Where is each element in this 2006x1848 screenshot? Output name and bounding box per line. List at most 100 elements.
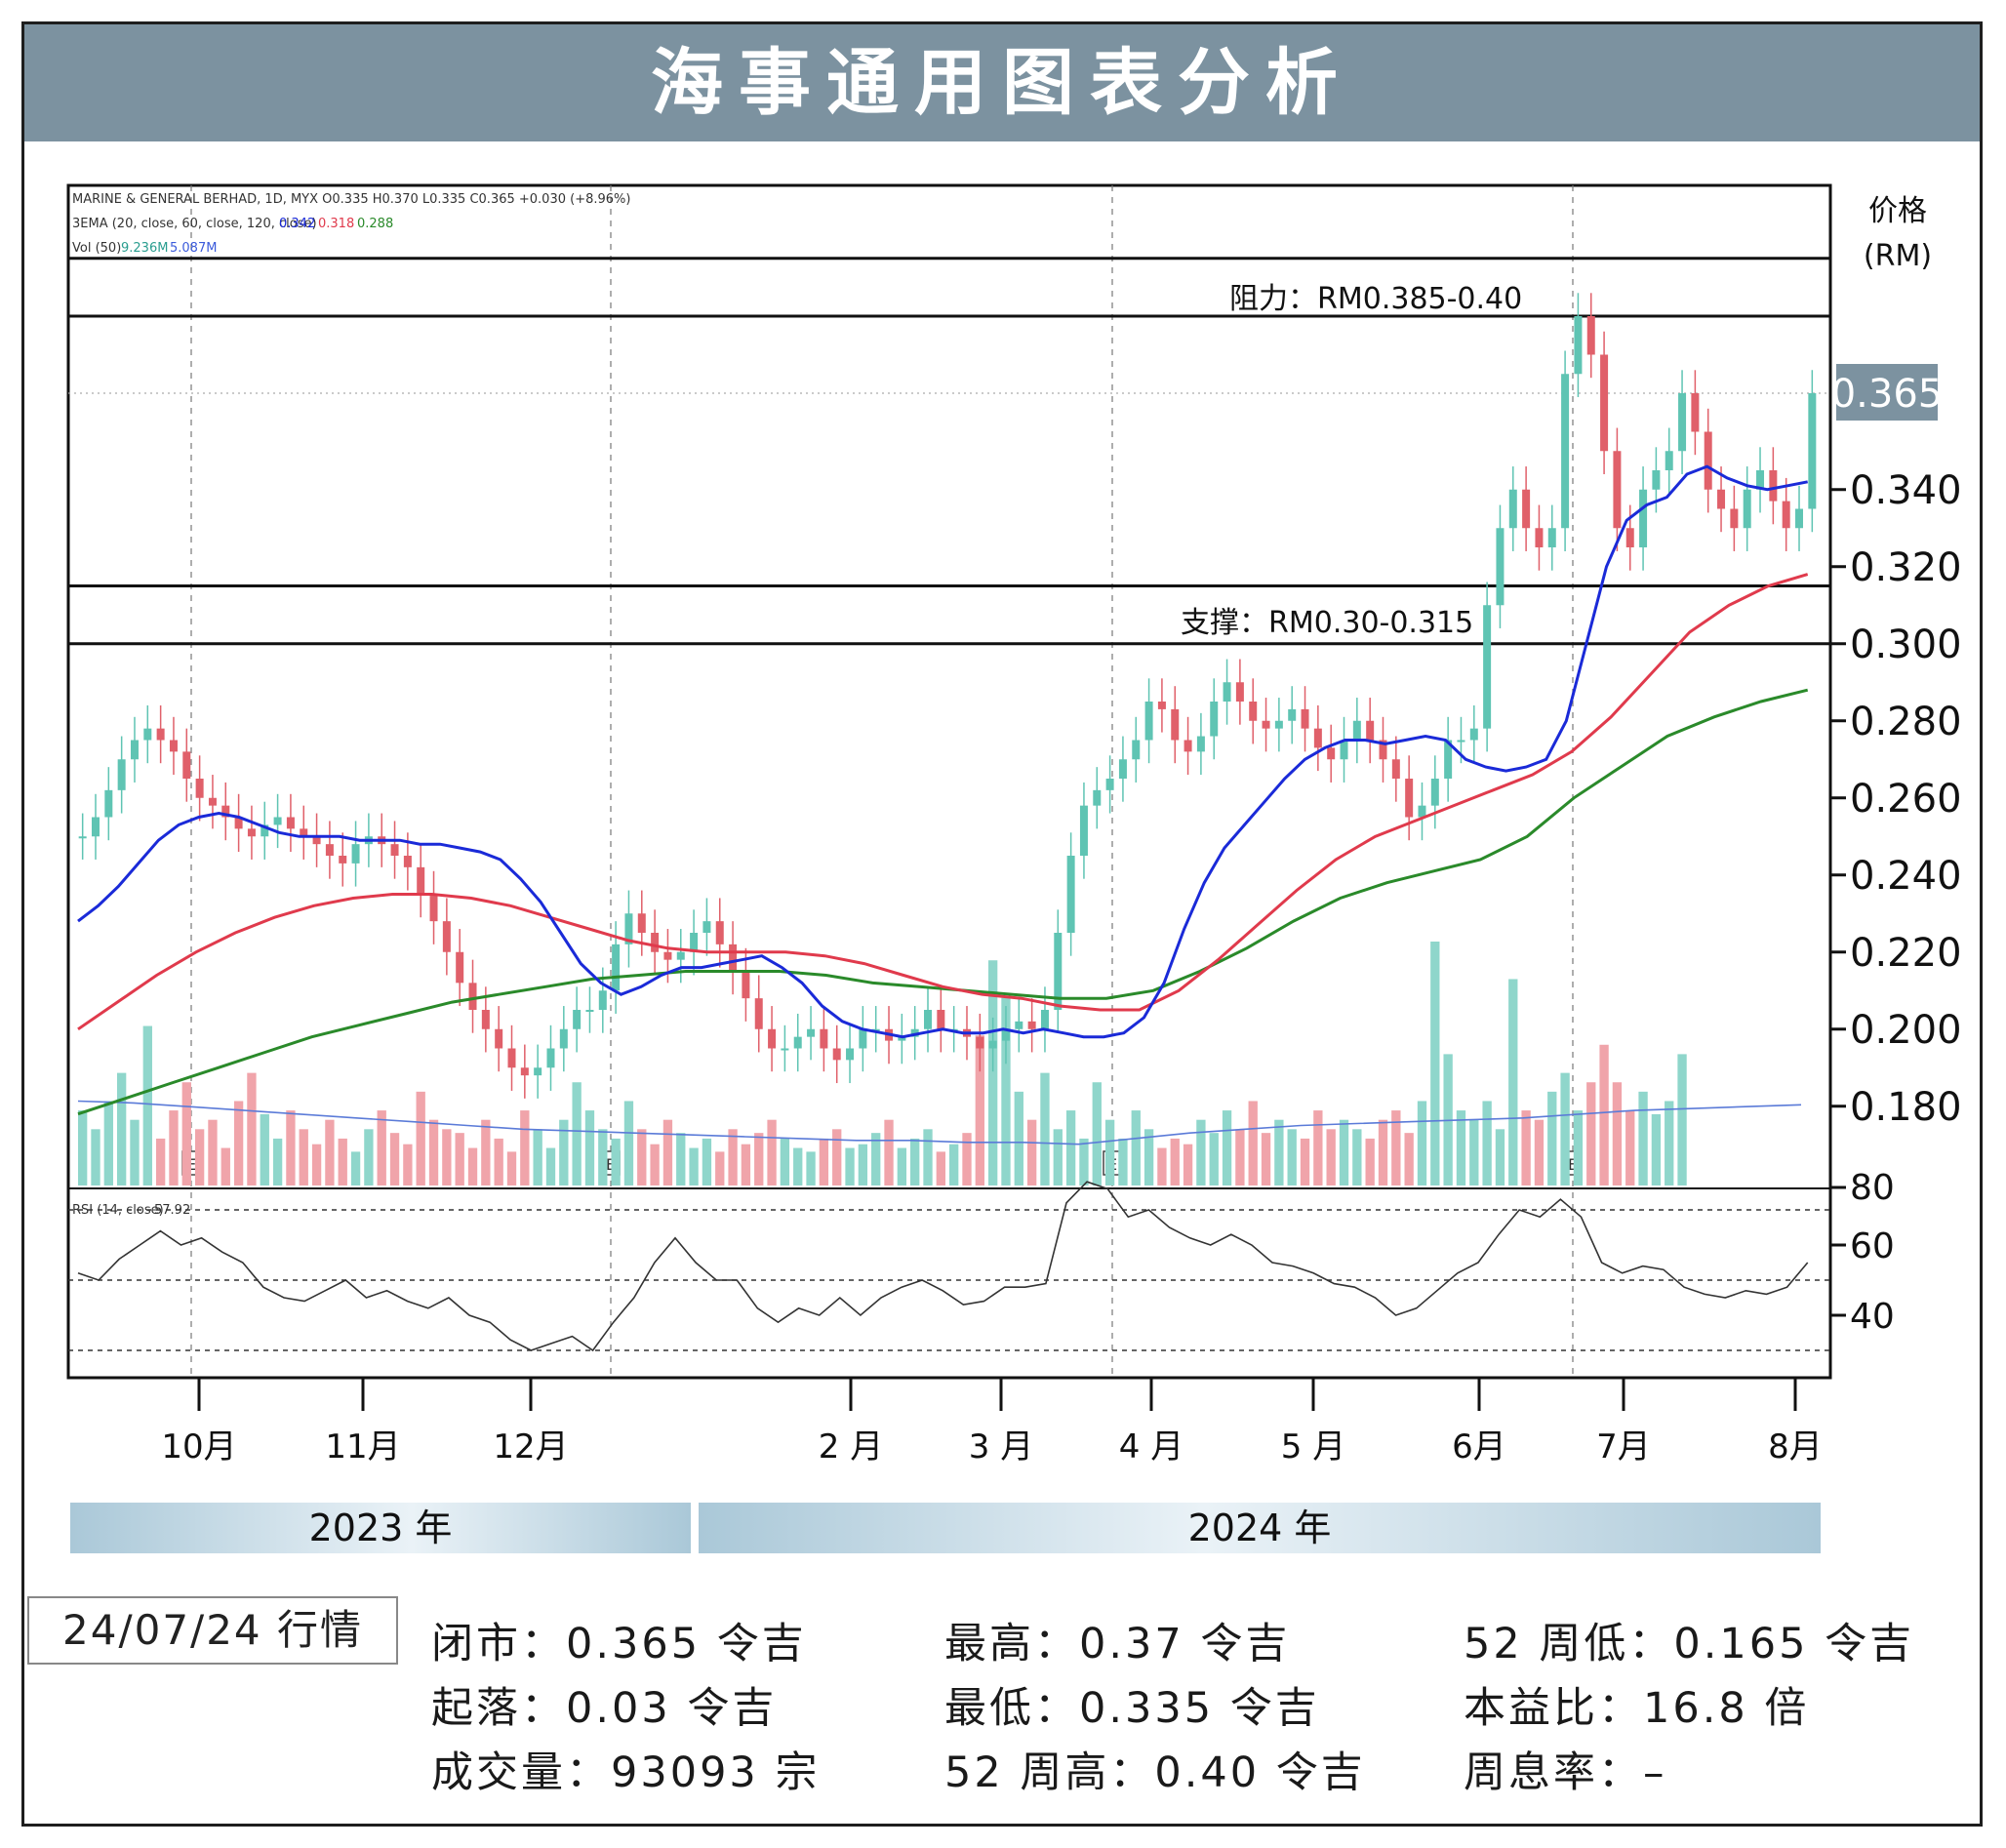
volume-bar: [221, 1147, 230, 1185]
candle-body: [715, 921, 724, 944]
volume-bar: [910, 1138, 920, 1185]
candle-body: [1301, 708, 1309, 729]
candle-body: [1027, 1021, 1036, 1029]
candle-body: [1808, 393, 1817, 509]
x-tick-label: 7月: [1596, 1427, 1651, 1466]
candle-body: [1691, 393, 1700, 432]
volume-bar: [845, 1147, 855, 1185]
rsi-tick-label: 60: [1850, 1226, 1895, 1266]
candle-body: [182, 751, 191, 779]
candle-body: [754, 998, 763, 1029]
candle-body: [585, 1010, 594, 1012]
volume-bar: [1404, 1133, 1414, 1185]
volume-bar: [272, 1138, 283, 1185]
volume-bar: [520, 1110, 530, 1185]
candle-body: [520, 1067, 529, 1076]
volume-bar: [1026, 1119, 1037, 1185]
candle-body: [1743, 489, 1751, 529]
legend-volume-value-1: 9.236M: [121, 241, 168, 256]
volume-bar: [78, 1110, 88, 1185]
candle-body: [495, 1028, 503, 1049]
candle-body: [676, 951, 685, 960]
candle-body: [1105, 779, 1114, 790]
rsi-value: 57.92: [154, 1203, 190, 1218]
candle-body: [1327, 747, 1336, 760]
candle-body: [339, 856, 347, 864]
volume-bar: [949, 1144, 959, 1185]
candle-body: [1769, 470, 1778, 502]
candle-body: [351, 844, 360, 864]
candle-body: [1483, 605, 1492, 729]
volume-bar: [1521, 1110, 1531, 1185]
candle-body: [768, 1028, 777, 1049]
candle-body: [286, 817, 295, 829]
candle-body: [117, 759, 126, 790]
volume-bar: [142, 1025, 152, 1185]
volume-bar: [962, 1133, 972, 1185]
candle-body: [820, 1028, 828, 1049]
candle-body: [1391, 759, 1400, 779]
volume-bar: [350, 1151, 361, 1185]
volume-bar: [689, 1147, 699, 1185]
candle-body: [1586, 316, 1595, 355]
candle-body: [429, 894, 438, 922]
volume-bar: [533, 1129, 542, 1185]
quote-date: 24/07/24 行情: [27, 1596, 398, 1665]
volume-bar: [311, 1144, 322, 1185]
volume-bar: [130, 1119, 140, 1185]
volume-bar: [1547, 1091, 1557, 1185]
volume-bar: [1573, 1110, 1584, 1185]
volume-bar: [233, 1101, 244, 1185]
candle-body: [1040, 1010, 1049, 1029]
candle-body: [663, 951, 672, 960]
volume-bar: [1131, 1110, 1141, 1185]
candle-body: [1469, 728, 1478, 741]
candle-body: [195, 779, 204, 798]
candle-body: [651, 933, 660, 952]
volume-bar: [467, 1147, 478, 1185]
x-tick-label: 4 月: [1119, 1427, 1184, 1466]
candle-body: [1223, 682, 1231, 702]
candle-body: [1430, 779, 1439, 806]
candle-body: [456, 951, 464, 984]
candle-body: [1157, 702, 1166, 709]
legend-ema60-value: 0.318: [318, 217, 354, 231]
y-tick-label: 0.320: [1850, 545, 1962, 590]
volume-bar: [819, 1138, 829, 1185]
stat-high: 最高：0.37 令吉: [944, 1620, 1291, 1668]
volume-bar: [1586, 1082, 1596, 1185]
candle-body: [143, 728, 152, 741]
volume-bar: [572, 1082, 582, 1185]
candle-body: [130, 740, 139, 760]
volume-bar: [897, 1147, 907, 1185]
resistance-label: 阻力：RM0.385-0.40: [1229, 282, 1522, 316]
candle-body: [1782, 501, 1790, 529]
volume-bar: [1326, 1129, 1336, 1185]
candle-body: [559, 1028, 568, 1049]
volume-bar: [377, 1110, 386, 1185]
volume-bar: [754, 1133, 764, 1185]
candle-body: [1665, 451, 1673, 470]
volume-bar: [1560, 1072, 1570, 1185]
candle-body: [1561, 374, 1570, 529]
candle-body: [1508, 489, 1517, 529]
candle-body: [988, 1040, 997, 1049]
candle-body: [273, 817, 282, 825]
legend-ema20-value: 0.342: [279, 217, 315, 231]
candle-body: [1196, 736, 1205, 752]
year-bar-2023: 2023 年: [70, 1503, 691, 1553]
volume-bar: [1313, 1110, 1323, 1185]
candle-body: [1496, 528, 1504, 606]
volume-bar: [1508, 979, 1518, 1185]
volume-bar: [1599, 1044, 1609, 1185]
y-axis-label-line1: 价格: [1868, 194, 1927, 228]
candle-body: [1730, 508, 1739, 529]
candle-body: [1366, 720, 1375, 741]
volume-bar: [1183, 1144, 1193, 1185]
stat-high52: 52 周高：0.40 令吉: [944, 1748, 1366, 1797]
volume-bar: [1625, 1110, 1635, 1185]
volume-bar: [194, 1129, 205, 1185]
candle-body: [104, 789, 113, 818]
volume-bar: [1196, 1119, 1206, 1185]
volume-bar: [584, 1110, 595, 1185]
